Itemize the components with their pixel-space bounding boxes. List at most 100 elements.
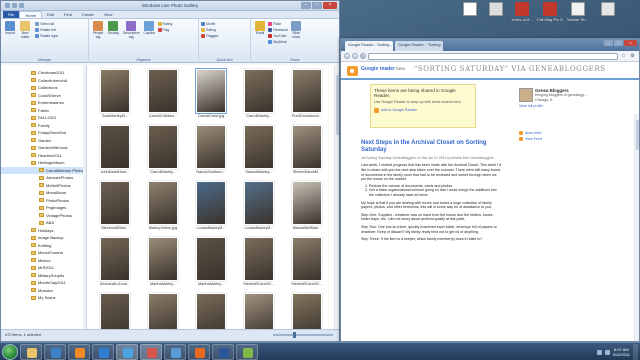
- filter-flagged-button[interactable]: Flagged: [201, 33, 248, 39]
- view-feed-link[interactable]: View Feed: [519, 136, 609, 142]
- photo-thumbnail[interactable]: StevenBCarrollC...: [235, 293, 283, 329]
- folder-item[interactable]: MomAlbum: [1, 189, 86, 197]
- photo-thumbnail[interactable]: StevenBCarrollC...: [235, 237, 283, 293]
- folder-item[interactable]: MemoFlowers: [1, 249, 86, 257]
- folder-item[interactable]: VintagePhotos: [1, 212, 86, 220]
- folder-item[interactable]: FridayShootOut: [1, 129, 86, 137]
- back-icon[interactable]: ‹: [344, 53, 350, 59]
- folder-item[interactable]: McNeilPhotos: [1, 182, 86, 190]
- taskbar-app[interactable]: [236, 343, 258, 360]
- star-icon[interactable]: ☆: [620, 53, 627, 60]
- add-to-reader-link[interactable]: Add to Google Reader: [374, 107, 472, 113]
- folder-item[interactable]: Mexico: [1, 257, 86, 265]
- folder-item[interactable]: CarrollAlbmsn Photos: [1, 166, 86, 174]
- folder-item[interactable]: GardenWithJack: [1, 144, 86, 152]
- people-tag-button[interactable]: People tag: [91, 21, 105, 39]
- desktop-icon-years[interactable]: Years-of-8...: [509, 2, 535, 22]
- photo-thumbnail[interactable]: LouisaMarleyM...: [235, 181, 283, 237]
- taskbar-app[interactable]: [164, 343, 186, 360]
- folder-item[interactable]: Mosaics: [1, 287, 86, 295]
- zoom-slider-thumb[interactable]: [293, 332, 296, 338]
- thumbnail-grid[interactable]: ZackMarleyM... CarrollChildren... CarrollC…: [87, 65, 339, 329]
- folder-item[interactable]: CollectInfrenchA: [1, 77, 86, 85]
- scrollbar-thumb[interactable]: [336, 75, 339, 135]
- photo-thumbnail[interactable]: WandaBellMarl...: [283, 181, 331, 237]
- photo-thumbnail[interactable]: CarrollMarley...: [139, 125, 187, 181]
- folder-item[interactable]: Image Backup: [1, 234, 86, 242]
- geotag-button[interactable]: Geotag: [106, 21, 120, 35]
- post-title[interactable]: Next Steps in the Archival Closet on Sor…: [361, 140, 501, 154]
- taskbar-app[interactable]: [68, 343, 90, 360]
- folder-item[interactable]: MilitarySoup8s: [1, 272, 86, 280]
- network-icon[interactable]: [596, 349, 602, 355]
- photo-thumbnail[interactable]: MarleyVeters.jpg: [139, 181, 187, 237]
- photo-thumbnail[interactable]: StevensWMarl...: [91, 181, 139, 237]
- forward-icon[interactable]: ›: [352, 53, 358, 59]
- photo-thumbnail[interactable]: JohnDavidHom...: [91, 125, 139, 181]
- thumbnail-scrollbar[interactable]: [334, 65, 339, 329]
- folder-item[interactable]: My Scans: [1, 294, 86, 302]
- descriptive-tag-button[interactable]: Descriptive tag: [121, 21, 141, 39]
- tab-file[interactable]: File: [3, 11, 20, 18]
- desktop-icon[interactable]: [457, 2, 483, 17]
- zoom-slider[interactable]: [273, 332, 333, 338]
- maximize-button[interactable]: □: [614, 40, 623, 46]
- desktop-icon[interactable]: [595, 2, 621, 17]
- folder-item[interactable]: Extremeadmin: [1, 99, 86, 107]
- rotate-right-button[interactable]: Rotate right: [35, 33, 58, 39]
- minimize-button[interactable]: –: [604, 40, 613, 46]
- folder-item[interactable]: Knitting: [1, 242, 86, 250]
- photo-thumbnail[interactable]: LouisaMarleyM...: [187, 181, 235, 237]
- import-button[interactable]: Import: [3, 21, 17, 35]
- folder-item[interactable]: Fabric: [1, 107, 86, 115]
- photo-thumbnail[interactable]: MarthaMarley...: [187, 237, 235, 293]
- tab-home[interactable]: Home: [19, 11, 43, 18]
- clock[interactable]: 8:07 AM 3/12/2011: [613, 347, 631, 357]
- folder-item[interactable]: Headers2011: [1, 152, 86, 160]
- photo-thumbnail[interactable]: CarrollCrest.jpg: [187, 68, 235, 125]
- tab-edit[interactable]: Edit: [42, 11, 59, 18]
- close-button[interactable]: ×: [624, 40, 637, 46]
- desktop-icon-fallmag[interactable]: Fall Mag Pic 2010: [537, 2, 563, 22]
- reader-brand[interactable]: Google reader beta: [361, 66, 405, 72]
- navigation-pane[interactable]: Christmas2011 CollectInfrenchA Collections…: [1, 65, 87, 329]
- photo-thumbnail[interactable]: ZackMarleyM...: [91, 69, 139, 125]
- taskbar-app[interactable]: [44, 343, 66, 360]
- taskbar-app[interactable]: [212, 343, 234, 360]
- folder-item[interactable]: MonthClay2011: [1, 279, 86, 287]
- taskbar-app[interactable]: [20, 343, 42, 360]
- photo-thumbnail[interactable]: StevenBCarrollC...: [283, 237, 331, 293]
- photo-thumbnail[interactable]: FredCarrollwom...: [283, 69, 331, 125]
- desktop-icon-wicker[interactable]: Wicker Sh...: [565, 2, 591, 22]
- new-folder-button[interactable]: New folder: [18, 21, 32, 39]
- photo-thumbnail[interactable]: StevenBCarrollC...: [283, 293, 331, 329]
- folder-item[interactable]: HeritageAlbum: [1, 159, 86, 167]
- flag-button[interactable]: Flag: [157, 27, 173, 33]
- folder-item[interactable]: Garden: [1, 137, 86, 145]
- skydrive-button[interactable]: SkyDrive: [268, 39, 288, 45]
- photo-thumbnail[interactable]: CarrollMarley...: [235, 69, 283, 125]
- reload-icon[interactable]: ↻: [360, 53, 366, 59]
- desktop-icon[interactable]: [483, 2, 509, 17]
- photo-thumbnail[interactable]: StevenBCarrollC...: [91, 293, 139, 329]
- folder-item[interactable]: PngImages: [1, 204, 86, 212]
- browser-tab[interactable]: Google Reader - "Sorting...: [395, 41, 443, 51]
- browser-tab[interactable]: Google Reader - Sorting...: [345, 41, 393, 51]
- photo-thumbnail[interactable]: StevenBCarrollC...: [187, 293, 235, 329]
- start-button[interactable]: [2, 343, 18, 360]
- browser-scrollbar[interactable]: [634, 114, 639, 341]
- photo-thumbnail[interactable]: MarthaMarley...: [139, 237, 187, 293]
- close-button[interactable]: ×: [323, 2, 337, 9]
- photo-thumbnail[interactable]: StevenSarahM...: [283, 125, 331, 181]
- folder-item[interactable]: FALL2010: [1, 114, 86, 122]
- email-button[interactable]: Email: [253, 21, 267, 35]
- folder-item[interactable]: CookNServe: [1, 92, 86, 100]
- taskbar-app[interactable]: [92, 343, 114, 360]
- taskbar-app[interactable]: [116, 343, 138, 360]
- photo-thumbnail[interactable]: StevenBCarrollC...: [139, 293, 187, 329]
- slide-show-button[interactable]: Slide show: [289, 21, 303, 39]
- photo-thumbnail[interactable]: CarrollChildren...: [139, 69, 187, 125]
- maximize-button[interactable]: □: [312, 2, 322, 9]
- gallery-titlebar[interactable]: Windows Live Photo Gallery – □ ×: [1, 1, 339, 11]
- folder-item[interactable]: Christmas2011: [1, 69, 86, 77]
